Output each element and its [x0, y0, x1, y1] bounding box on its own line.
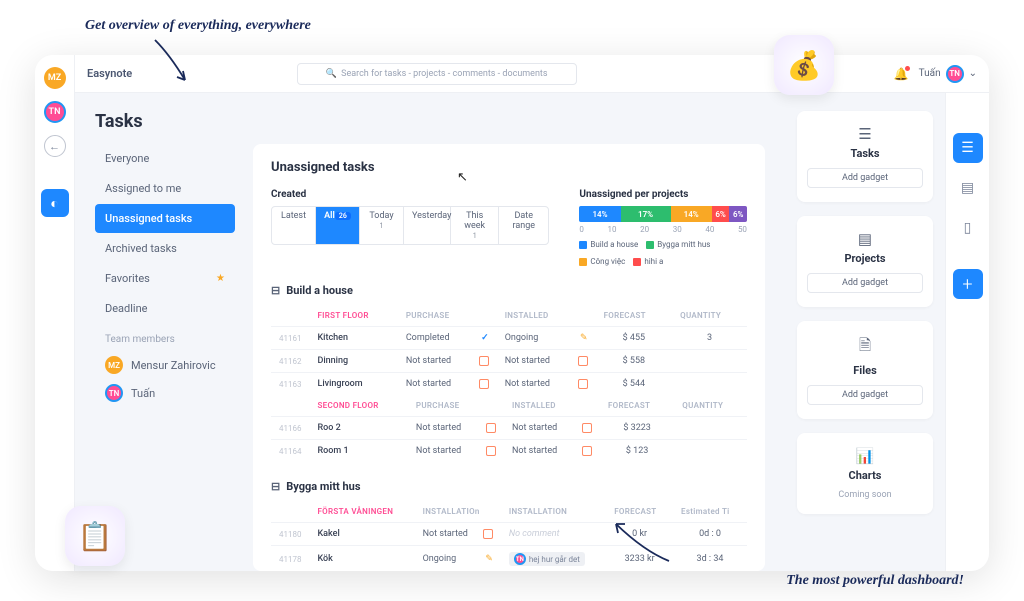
gadget-icon: 🗎 [807, 335, 923, 360]
chart-legend: Build a houseBygga mitt husCông việchihi… [579, 240, 747, 266]
sidenav-item[interactable]: Everyone [95, 144, 235, 173]
page-title: Tasks [95, 111, 765, 132]
left-rail: MZ TN ← ◐ [35, 55, 75, 571]
notifications-icon[interactable]: 🔔 [894, 67, 909, 81]
rail-avatar-mz[interactable]: MZ [44, 67, 66, 89]
gadget-title: Files [807, 364, 923, 377]
search-placeholder: Search for tasks - projects - comments -… [341, 69, 547, 79]
rail-add-button[interactable]: + [953, 269, 983, 299]
gadget-card: 📊 Charts Coming soon [797, 433, 933, 514]
table-row[interactable]: 41161KitchenCompleted✓Ongoing✎$ 4553 [271, 327, 747, 350]
created-tab[interactable]: Latest [272, 207, 316, 244]
rail-avatar-tn[interactable]: TN [44, 101, 66, 123]
stacked-bar-chart: 14%17%14%6%6% [579, 206, 747, 222]
gadget-column: ☰ Tasks Add gadget ▤ Projects Add gadget 🗎 File… [785, 93, 945, 571]
gadget-title: Projects [807, 252, 923, 265]
user-menu[interactable]: Tuấn TN ⌄ [919, 65, 977, 83]
add-gadget-button[interactable]: Add gadget [807, 385, 923, 405]
panel-title: Unassigned tasks [271, 160, 747, 175]
chevron-down-icon: ⌄ [969, 68, 977, 79]
add-gadget-button[interactable]: Add gadget [807, 273, 923, 293]
search-input[interactable]: 🔍 Search for tasks - projects - comments… [297, 63, 577, 85]
rail-grid-button[interactable]: ▤ [953, 173, 983, 203]
coming-soon-label: Coming soon [807, 490, 923, 500]
gadget-icon: 📊 [807, 447, 923, 465]
arrow-bottom-icon [604, 516, 674, 566]
created-tabs: Latest All26Today1Yesterday This week1Da… [271, 206, 549, 245]
table-row[interactable]: 41178KökOngoing✎TNhej hur går det3233 kr… [271, 546, 747, 572]
project-header[interactable]: ⊟Build a house [271, 284, 747, 297]
sidenav-item[interactable]: Unassigned tasks [95, 204, 235, 233]
chart-segment: 6% [712, 206, 730, 222]
created-tab[interactable]: Today1 [360, 207, 404, 244]
sidenav-item[interactable]: Favorites★ [95, 264, 235, 293]
team-member[interactable]: MZMensur Zahirovic [95, 351, 235, 379]
back-button[interactable]: ← [44, 135, 66, 157]
rail-list-button[interactable]: ☰ [953, 133, 983, 163]
cursor-icon: ↖ [457, 170, 468, 185]
table-row[interactable]: 41164Room 1Not startedNot started$ 123 [271, 440, 747, 463]
rail-globe-button[interactable]: ◐ [41, 189, 69, 217]
topbar: Easynote 🔍 Search for tasks - projects -… [75, 55, 989, 93]
user-avatar: TN [946, 65, 964, 83]
sidenav-item[interactable]: Archived tasks [95, 234, 235, 263]
table-row[interactable]: 41162DinningNot startedNot started$ 558 [271, 350, 747, 373]
created-label: Created [271, 189, 549, 200]
gadget-title: Charts [807, 469, 923, 482]
sidenav-item[interactable]: Assigned to me [95, 174, 235, 203]
annotation-dashboard: The most powerful dashboard! [786, 573, 964, 589]
sidenav-item[interactable]: Deadline [95, 294, 235, 323]
chart-segment: 14% [579, 206, 620, 222]
money-badge-icon: 💰 [774, 35, 834, 95]
chart-axis: 01020304050 [579, 225, 747, 234]
task-table: SECOND FLOORPURCHASEINSTALLEDFORECASTQUA… [271, 395, 747, 462]
task-table: FIRST FLOORPURCHASEINSTALLEDFORECASTQUAN… [271, 305, 747, 395]
gadget-card: ▤ Projects Add gadget [797, 216, 933, 307]
members-header: Team members [95, 324, 235, 351]
gadget-icon: ▤ [807, 230, 923, 248]
logo: Easynote [87, 67, 132, 80]
chart-label: Unassigned per projects [579, 189, 747, 200]
created-tab[interactable]: This week1 [451, 207, 499, 244]
task-panel: Unassigned tasks Created Latest All26Tod… [253, 144, 765, 571]
created-tab[interactable]: Yesterday [404, 207, 451, 244]
chart-segment: 17% [621, 206, 671, 222]
chart-segment: 6% [729, 206, 747, 222]
team-member[interactable]: TNTuấn [95, 379, 235, 407]
created-tab[interactable]: Date range [499, 207, 548, 244]
project-header[interactable]: ⊟Bygga mitt hus [271, 480, 747, 493]
main-column: Easynote 🔍 Search for tasks - projects -… [75, 55, 989, 571]
gadget-card: 🗎 Files Add gadget [797, 321, 933, 419]
chart-segment: 14% [671, 206, 712, 222]
app-window: MZ TN ← ◐ Easynote 🔍 Search for tasks - … [35, 55, 989, 571]
annotation-overview: Get overview of everything, everywhere [85, 18, 311, 34]
add-gadget-button[interactable]: Add gadget [807, 168, 923, 188]
table-row[interactable]: 41163LivingroomNot startedNot started$ 5… [271, 373, 747, 396]
clipboard-badge-icon: 📋 [65, 506, 125, 566]
username: Tuấn [919, 68, 941, 79]
rail-book-button[interactable]: ▯ [953, 213, 983, 243]
created-tab[interactable]: All26 [316, 207, 360, 244]
table-row[interactable]: 41166Roo 2Not startedNot started$ 3223 [271, 417, 747, 440]
task-table: FÖRSTA VÅNINGENINSTALLATIOnINSTALLATIONF… [271, 501, 747, 571]
table-row[interactable]: 41180KakelNot startedNo comment0 kr0d : … [271, 523, 747, 546]
gadget-title: Tasks [807, 147, 923, 160]
search-icon: 🔍 [326, 69, 337, 79]
right-rail: ☰ ▤ ▯ + [945, 93, 989, 571]
arrow-top-icon [150, 35, 200, 90]
gadget-card: ☰ Tasks Add gadget [797, 111, 933, 202]
gadget-icon: ☰ [807, 125, 923, 143]
